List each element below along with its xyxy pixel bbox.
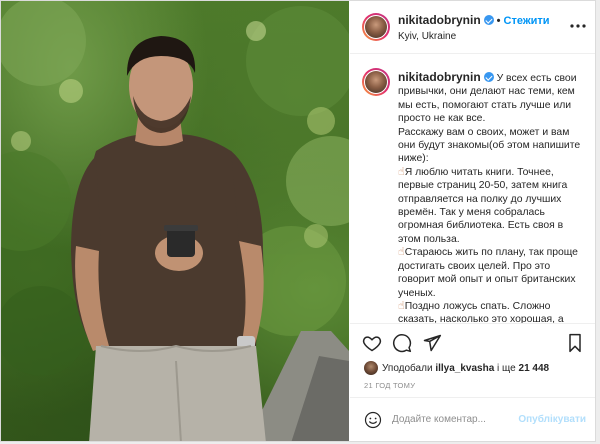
photo-illustration — [1, 1, 349, 441]
caption-item: Я люблю читать книги. Точнее, первые стр… — [398, 166, 568, 245]
location-link[interactable]: Kyiv, Ukraine — [398, 31, 456, 42]
post-photo[interactable] — [1, 1, 349, 441]
caption-avatar[interactable] — [362, 68, 390, 96]
heart-icon[interactable] — [362, 333, 382, 358]
post-header: nikitadobrynin • Стежити Kyiv, Ukraine — [350, 1, 595, 54]
caption-section: nikitadobrynin У всех есть свои привычки… — [350, 54, 595, 323]
likes-row: Уподобали illya_kvasha і ще 21 448 — [364, 361, 549, 375]
likes-middle: і ще — [497, 362, 516, 374]
pointing-hand-icon: ☝ — [398, 246, 405, 259]
comment-input[interactable]: Додайте коментар... — [392, 414, 486, 425]
verified-icon — [483, 15, 494, 25]
comment-icon[interactable] — [392, 333, 412, 358]
separator-dot: • — [496, 15, 501, 27]
post-sidebar: nikitadobrynin • Стежити Kyiv, Ukraine nik… — [350, 1, 595, 441]
verified-icon — [483, 72, 494, 82]
avatar[interactable] — [362, 13, 390, 41]
likes-count[interactable]: 21 448 — [519, 363, 550, 374]
pointing-hand-icon: ☝ — [398, 165, 405, 178]
caption-username[interactable]: nikitadobrynin — [398, 70, 481, 84]
follow-button[interactable]: Стежити — [504, 15, 550, 27]
instagram-post: nikitadobrynin • Стежити Kyiv, Ukraine nik… — [0, 0, 596, 442]
publish-button[interactable]: Опублікувати — [518, 414, 586, 425]
more-horizontal-icon[interactable] — [570, 15, 586, 31]
comment-bar: Додайте коментар... Опублікувати — [350, 397, 595, 441]
emoji-icon[interactable] — [364, 411, 382, 434]
liker-username[interactable]: illya_kvasha — [435, 363, 494, 374]
share-icon[interactable] — [422, 333, 442, 358]
caption-item: Стараюсь жить по плану, так проще достиг… — [398, 247, 578, 299]
caption-text: nikitadobrynin У всех есть свои привычки… — [398, 70, 584, 323]
caption-lead: Расскажу вам о своих, может и вам они бу… — [398, 126, 581, 165]
action-bar — [350, 323, 595, 364]
username-row: nikitadobrynin • Стежити — [398, 13, 550, 27]
post-timestamp[interactable]: 21 ГОД ТОМУ — [364, 381, 415, 390]
bookmark-icon[interactable] — [566, 333, 584, 358]
pointing-hand-icon: ☝ — [398, 299, 405, 312]
username-link[interactable]: nikitadobrynin — [398, 13, 481, 27]
liker-avatar[interactable] — [364, 361, 378, 375]
likes-prefix: Уподобали — [382, 362, 433, 374]
caption-item: Поздно ложусь спать. Сложно сказать, нас… — [398, 300, 564, 323]
